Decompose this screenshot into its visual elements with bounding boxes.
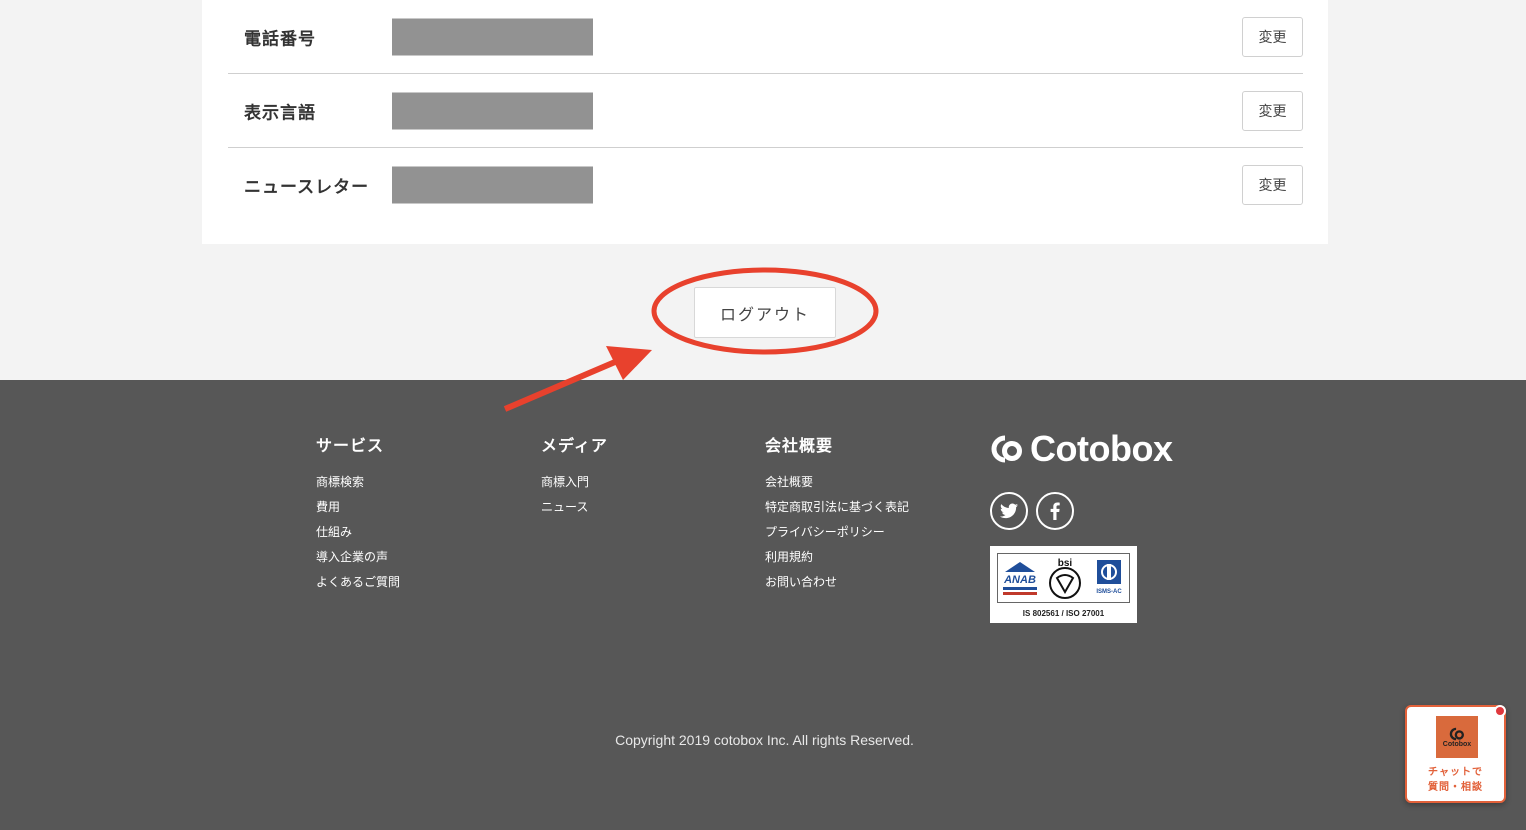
isms-ac-logo-icon: ISMS-AC	[1096, 560, 1122, 595]
footer-link[interactable]: 特定商取引法に基づく表記	[765, 495, 909, 520]
chat-label: チャットで 質問・相談	[1407, 765, 1504, 795]
logout-button[interactable]: ログアウト	[694, 287, 836, 338]
settings-row-language: 表示言語 変更	[228, 74, 1303, 148]
chat-widget-button[interactable]: Cotobox チャットで 質問・相談	[1405, 705, 1506, 803]
settings-row-newsletter: ニュースレター 変更	[228, 148, 1303, 222]
footer-column-media: メディア 商標入門 ニュース	[541, 432, 608, 520]
footer-heading: メディア	[541, 436, 608, 455]
copyright-text: Copyright 2019 cotobox Inc. All rights R…	[615, 732, 914, 748]
footer-link[interactable]: 導入企業の声	[316, 545, 400, 570]
footer-link[interactable]: 費用	[316, 495, 400, 520]
cotobox-mark-icon	[991, 435, 1022, 463]
svg-text:ANAB: ANAB	[1003, 574, 1036, 586]
footer-link[interactable]: 会社概要	[765, 470, 909, 495]
notification-dot	[1494, 705, 1506, 717]
cotobox-logo[interactable]: Cotobox	[990, 428, 1173, 470]
cert-number: IS 802561 / ISO 27001	[1022, 609, 1105, 618]
footer-link[interactable]: 商標入門	[541, 470, 608, 495]
change-phone-button[interactable]: 変更	[1242, 16, 1303, 57]
settings-row-phone: 電話番号 変更	[228, 0, 1303, 74]
brand-name: Cotobox	[1030, 428, 1173, 469]
facebook-icon[interactable]	[1036, 492, 1074, 530]
footer-heading: サービス	[316, 436, 385, 455]
footer-heading: 会社概要	[765, 436, 834, 455]
footer-link[interactable]: 利用規約	[765, 545, 909, 570]
change-newsletter-button[interactable]: 変更	[1242, 165, 1303, 205]
row-label: 電話番号	[244, 29, 316, 49]
footer-brand: Cotobox ANAB bsi ISMS-AC IS 802561 / ISO…	[990, 428, 1173, 623]
svg-text:ISMS-AC: ISMS-AC	[1096, 589, 1122, 595]
chat-logo: Cotobox	[1436, 716, 1478, 758]
twitter-icon[interactable]	[990, 492, 1028, 530]
anab-logo-icon: ANAB	[1003, 562, 1038, 595]
redacted-value	[392, 92, 593, 129]
footer-column-service: サービス 商標検索 費用 仕組み 導入企業の声 よくあるご質問	[316, 432, 400, 595]
footer-link[interactable]: プライバシーポリシー	[765, 520, 909, 545]
footer-link[interactable]: よくあるご質問	[316, 570, 400, 595]
redacted-value	[392, 166, 593, 204]
footer-link[interactable]: お問い合わせ	[765, 570, 909, 595]
footer-link[interactable]: ニュース	[541, 495, 608, 520]
row-label: 表示言語	[244, 103, 316, 123]
annotation-arrow-head	[606, 346, 652, 380]
account-settings-card: 電話番号 変更 表示言語 変更 ニュースレター 変更	[202, 0, 1328, 244]
footer-column-company: 会社概要 会社概要 特定商取引法に基づく表記 プライバシーポリシー 利用規約 お…	[765, 432, 909, 595]
chat-label-line: 質問・相談	[1428, 782, 1483, 793]
bsi-kitemark-icon: bsi	[1049, 558, 1082, 599]
isms-certification-badge: ANAB bsi ISMS-AC IS 802561 / ISO 27001	[990, 546, 1137, 623]
change-language-button[interactable]: 変更	[1242, 90, 1303, 131]
chat-logo-text: Cotobox	[1442, 740, 1472, 748]
cotobox-mark-icon	[1449, 727, 1464, 740]
site-footer: サービス 商標検索 費用 仕組み 導入企業の声 よくあるご質問 メディア 商標入…	[0, 380, 1526, 830]
footer-link[interactable]: 商標検索	[316, 470, 400, 495]
chat-label-line: チャットで	[1428, 767, 1483, 778]
cert-marks: ANAB bsi ISMS-AC	[997, 553, 1130, 603]
social-links	[990, 492, 1172, 530]
footer-link[interactable]: 仕組み	[316, 520, 400, 545]
row-label: ニュースレター	[244, 177, 370, 198]
redacted-value	[392, 18, 593, 55]
